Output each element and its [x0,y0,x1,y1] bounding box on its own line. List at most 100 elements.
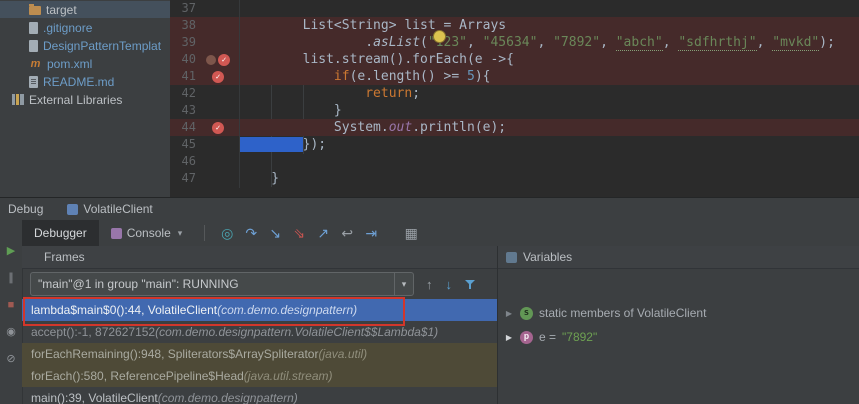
doc-icon [29,39,38,52]
editor-line: 43 } [170,102,859,119]
gutter[interactable] [196,102,240,119]
tab-debugger[interactable]: Debugger [22,220,99,246]
code-segment: , [662,35,679,50]
thread-selector-row: "main"@1 in group "main": RUNNING ▾ ↑ ↓ [22,269,497,299]
line-number: 37 [181,1,196,15]
code-segment: } [240,171,280,186]
thread-label: "main"@1 in group "main": RUNNING [38,277,239,291]
maven-icon: m [30,57,41,70]
step-over-icon[interactable]: ↷ [239,223,263,243]
gutter[interactable] [196,34,240,51]
frames-toolbar-icons: ↑ ↓ [426,277,476,292]
variables-panel-icon [506,251,517,263]
line-number: 43 [181,103,196,117]
frame-location: (java.util) [318,347,368,361]
line-number: 41 [181,69,196,83]
line-number: 38 [181,18,196,32]
breakpoint-icon[interactable]: ✓ [218,53,230,66]
thread-dropdown[interactable]: "main"@1 in group "main": RUNNING ▾ [30,272,414,296]
frame-row[interactable]: lambda$main$0():44, VolatileClient (com.… [22,299,497,321]
breakpoint-icon[interactable]: ✓ [212,121,224,134]
code-text[interactable] [240,153,859,170]
code-segment: "7892" [553,35,601,50]
tree-item-pom-xml[interactable]: m pom.xml [0,55,170,72]
step-into-icon[interactable]: ↘ [263,223,287,243]
tree-item-readme-md[interactable]: README.md [0,73,170,90]
code-segment: , [467,35,483,50]
gutter[interactable] [196,170,240,187]
layout-settings-icon[interactable]: ▦ [399,223,423,243]
code-segment: out [388,120,413,135]
code-text[interactable]: list.stream().forEach(e ->{ [240,51,859,68]
editor-line: 45 }); [170,136,859,153]
drop-frame-icon[interactable]: ↩ [335,223,359,243]
code-text[interactable]: List<String> list = Arrays [240,17,859,34]
gutter[interactable]: ✓ [196,51,240,68]
muted-breakpoint-icon[interactable] [206,54,216,65]
tab-console-label: Console [126,226,171,240]
variable-row[interactable]: ▶ s static members of VolatileClient [498,301,859,325]
ide-window: target .gitignore DesignPatternTemplat m pom… [0,0,859,404]
resume-icon[interactable]: ▶ [7,244,15,258]
frame-row[interactable]: forEach():580, ReferencePipeline$Head (j… [22,365,497,387]
gutter[interactable] [196,136,240,153]
code-text[interactable]: }); [240,136,859,153]
editor-line: 47 } [170,170,859,187]
code-text[interactable]: System.out.println(e); [240,119,859,136]
dropdown-arrow-icon[interactable]: ▾ [394,273,413,295]
libraries-icon [12,94,24,105]
toolbar-separator [204,225,206,241]
code-text[interactable]: } [240,102,859,119]
view-breakpoints-icon[interactable]: ◉ [6,325,16,339]
frame-row[interactable]: forEachRemaining():948, Spliterators$Arr… [22,343,497,365]
session-tab-volatileclient[interactable]: VolatileClient [67,202,153,216]
editor-line: 41 ✓ if(e.length() >= 5){ [170,68,859,85]
tree-item-designpatterntemplat[interactable]: DesignPatternTemplat [0,37,170,54]
editor-line: 42 return; [170,85,859,102]
gutter[interactable]: ✓ [196,68,240,85]
tab-console[interactable]: Console ▾ [99,220,195,246]
mute-breakpoints-icon[interactable]: ⊘ [6,352,15,366]
force-step-into-icon[interactable]: ⇘ [287,223,311,243]
frame-row[interactable]: main():39, VolatileClient (com.demo.desi… [22,387,497,404]
stop-icon[interactable]: ■ [8,298,15,312]
code-segment: System. [240,120,389,135]
gutter[interactable] [196,0,240,17]
tree-item--gitignore[interactable]: .gitignore [0,19,170,36]
editor-line: 44 ✓ System.out.println(e); [170,119,859,136]
frame-down-icon[interactable]: ↓ [446,277,453,292]
editor-line: 37 [170,0,859,17]
expand-chevron-icon[interactable]: ▶ [504,333,514,342]
pause-icon[interactable]: ∥ [8,271,14,285]
expand-chevron-icon[interactable]: ▶ [504,309,514,318]
variable-value: "7892" [562,330,598,344]
filter-frames-icon[interactable] [465,279,476,290]
editor-line: 46 [170,153,859,170]
show-execution-point-icon[interactable]: ◎ [215,223,239,243]
gutter[interactable]: ✓ [196,119,240,136]
gutter[interactable] [196,17,240,34]
code-segment: "mvkd" [772,35,820,51]
gutter[interactable] [196,85,240,102]
frame-up-icon[interactable]: ↑ [426,277,433,292]
code-segment: ( [420,35,428,50]
code-text[interactable]: if(e.length() >= 5){ [240,68,859,85]
tree-item-label: target [46,2,77,17]
gutter[interactable] [196,153,240,170]
code-text[interactable] [240,0,859,17]
code-segment: } [240,103,342,118]
code-text[interactable]: .asList("123", "45634", "7892", "abch", … [240,34,859,51]
frame-row[interactable]: accept():-1, 872627152 (com.demo.designp… [22,321,497,343]
tree-item-target[interactable]: target [0,1,170,18]
code-text[interactable]: return; [240,85,859,102]
variable-row[interactable]: ▶ p e = "7892" [498,325,859,349]
frames-panel: Frames "main"@1 in group "main": RUNNING… [22,246,497,404]
breakpoint-icon[interactable]: ✓ [212,70,224,83]
editor[interactable]: 37 38 List<String> list = Arrays 39 .asLis… [170,0,859,197]
tree-item-external-libraries[interactable]: External Libraries [0,91,170,108]
code-text[interactable]: } [240,170,859,187]
run-to-cursor-icon[interactable]: ⇥ [359,223,383,243]
step-out-icon[interactable]: ↗ [311,223,335,243]
code-segment: . [240,35,374,50]
parameter-icon: p [520,330,533,344]
